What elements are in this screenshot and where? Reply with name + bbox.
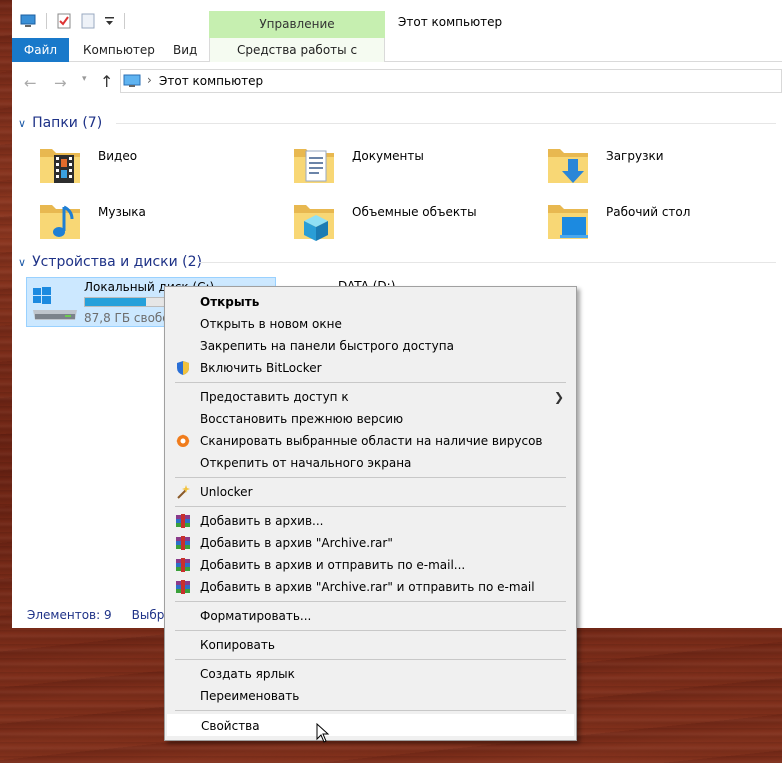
menu-item-properties[interactable]: Свойства: [167, 714, 574, 736]
menu-separator: [175, 630, 566, 631]
collapse-chevron-icon[interactable]: ∨: [18, 117, 26, 130]
context-menu: Открыть Открыть в новом окне Закрепить н…: [164, 286, 577, 741]
computer-icon[interactable]: [20, 14, 36, 28]
menu-item-give-access[interactable]: Предоставить доступ к ❯: [167, 386, 574, 408]
folder-music[interactable]: Музыка: [38, 199, 278, 249]
devices-group-header[interactable]: ∨ Устройства и диски (2): [18, 252, 202, 272]
submenu-chevron-icon: ❯: [553, 390, 564, 404]
tab-disk-tools[interactable]: Средства работы с дисками: [209, 38, 385, 81]
new-folder-icon[interactable]: [81, 13, 95, 29]
qat-dropdown-icon[interactable]: [105, 16, 114, 26]
up-arrow-icon[interactable]: ↑: [100, 72, 113, 91]
folder-documents[interactable]: Документы: [292, 143, 532, 193]
folders-group-header[interactable]: ∨ Папки (7): [18, 113, 102, 133]
menu-item-open-new-window[interactable]: Открыть в новом окне: [167, 313, 574, 335]
folder-label: Загрузки: [606, 149, 664, 163]
menu-item-copy[interactable]: Копировать: [167, 634, 574, 656]
manage-contextual-tab-header: Управление: [209, 11, 385, 38]
menu-item-format[interactable]: Форматировать...: [167, 605, 574, 627]
unlocker-wand-icon: [177, 485, 190, 499]
quick-access-toolbar: [20, 13, 125, 29]
winrar-icon: [176, 514, 190, 528]
menu-separator: [175, 506, 566, 507]
back-arrow-icon[interactable]: ←: [24, 74, 37, 92]
menu-separator: [175, 659, 566, 660]
qat-separator: [46, 13, 47, 29]
recent-locations-chevron-icon[interactable]: ▾: [82, 74, 87, 84]
folders-group-label: Папки (7): [32, 115, 103, 131]
window-title: Этот компьютер: [398, 15, 503, 29]
menu-item-add-archive-email[interactable]: Добавить в архив и отправить по e-mail..…: [167, 554, 574, 576]
status-item-count: Элементов: 9: [27, 608, 112, 622]
tab-file[interactable]: Файл: [12, 38, 69, 62]
winrar-icon: [176, 580, 190, 594]
bitlocker-shield-icon: [177, 361, 189, 375]
menu-item-unpin-start[interactable]: Открепить от начального экрана: [167, 452, 574, 474]
folder-downloads[interactable]: Загрузки: [546, 143, 782, 193]
menu-item-create-shortcut[interactable]: Создать ярлык: [167, 663, 574, 685]
folder-desktop[interactable]: Рабочий стол: [546, 199, 782, 249]
menu-item-add-archive-rar[interactable]: Добавить в архив "Archive.rar": [167, 532, 574, 554]
devices-group-label: Устройства и диски (2): [32, 254, 202, 270]
music-folder-icon: [40, 205, 80, 239]
drive-c-usage-fill: [85, 298, 146, 306]
menu-item-scan-viruses[interactable]: Сканировать выбранные области на наличие…: [167, 430, 574, 452]
folder-label: Рабочий стол: [606, 205, 691, 219]
menu-item-open[interactable]: Открыть: [167, 291, 574, 313]
menu-item-restore-version[interactable]: Восстановить прежнюю версию: [167, 408, 574, 430]
status-bar: Элементов: 9 Выбран: [27, 608, 180, 622]
desktop-folder-icon: [548, 205, 588, 239]
menu-item-pin-quick-access[interactable]: Закрепить на панели быстрого доступа: [167, 335, 574, 357]
menu-separator: [175, 601, 566, 602]
windows-drive-icon: [33, 287, 77, 320]
properties-icon[interactable]: [57, 13, 71, 29]
navigation-bar: ← → ▾ ↑ › Этот компьютер: [12, 62, 782, 102]
tab-computer[interactable]: Компьютер: [83, 38, 155, 62]
menu-separator: [175, 710, 566, 711]
forward-arrow-icon[interactable]: →: [54, 74, 67, 92]
menu-item-bitlocker[interactable]: Включить BitLocker: [167, 357, 574, 379]
tab-view[interactable]: Вид: [173, 38, 197, 62]
address-bar[interactable]: › Этот компьютер: [120, 69, 782, 93]
winrar-icon: [176, 558, 190, 572]
folder-label: Музыка: [98, 205, 146, 219]
folder-video[interactable]: Видео: [38, 143, 278, 193]
mouse-cursor-icon: [316, 723, 330, 743]
folder-label: Объемные объекты: [352, 205, 477, 219]
qat-separator: [124, 13, 125, 29]
ribbon-tabs: Файл Компьютер Вид Средства работы с дис…: [12, 38, 782, 81]
menu-separator: [175, 382, 566, 383]
title-bar: Управление Этот компьютер: [12, 0, 782, 38]
collapse-chevron-icon[interactable]: ∨: [18, 256, 26, 269]
documents-folder-icon: [294, 149, 334, 183]
folder-3d-objects[interactable]: Объемные объекты: [292, 199, 532, 249]
this-pc-icon: [123, 74, 141, 91]
menu-item-unlocker[interactable]: Unlocker: [167, 481, 574, 503]
address-chevron-icon[interactable]: ›: [147, 73, 152, 87]
winrar-icon: [176, 536, 190, 550]
menu-item-add-archive-rar-email[interactable]: Добавить в архив "Archive.rar" и отправи…: [167, 576, 574, 598]
address-path: Этот компьютер: [159, 74, 264, 88]
group-divider: [198, 262, 776, 263]
folder-label: Видео: [98, 149, 138, 163]
folder-label: Документы: [352, 149, 424, 163]
downloads-folder-icon: [548, 149, 588, 183]
group-divider: [116, 123, 776, 124]
menu-item-rename[interactable]: Переименовать: [167, 685, 574, 707]
3d-objects-folder-icon: [294, 205, 334, 241]
menu-separator: [175, 477, 566, 478]
avast-icon: [176, 434, 190, 447]
video-folder-icon: [40, 149, 80, 183]
menu-item-add-archive[interactable]: Добавить в архив...: [167, 510, 574, 532]
